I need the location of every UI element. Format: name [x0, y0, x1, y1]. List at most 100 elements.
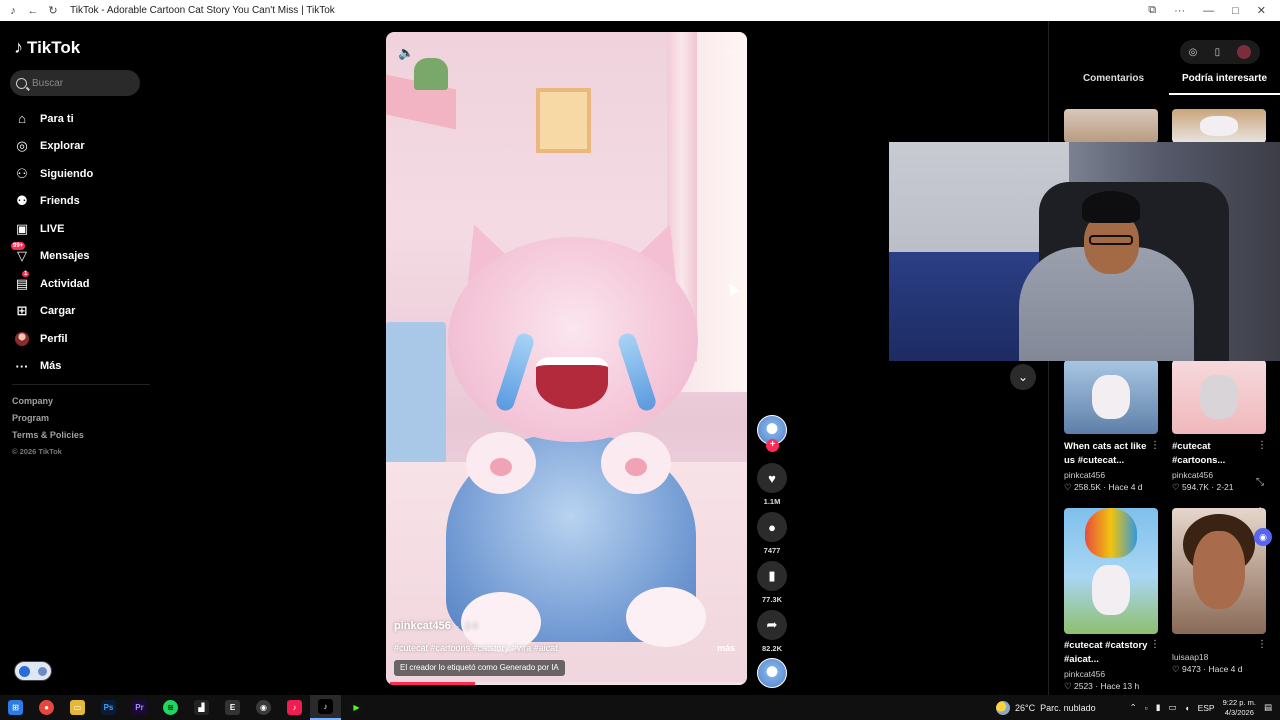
- search-icon: [16, 77, 27, 89]
- tray-apps-icon[interactable]: ▫: [1145, 703, 1148, 713]
- video-caption[interactable]: #cutecat #cartoons #catstory #vira #aica…: [394, 643, 558, 653]
- taskbar-spotify[interactable]: ≋: [155, 695, 186, 720]
- user-avatar[interactable]: [1237, 45, 1252, 59]
- sidebar-item-friends[interactable]: ⚉ Friends: [14, 188, 93, 216]
- home-icon: ⌂: [18, 111, 26, 127]
- card-title[interactable]: When cats act like us #cutecat...: [1064, 440, 1152, 468]
- recommended-thumb[interactable]: [1172, 109, 1266, 143]
- device-icon[interactable]: ▯: [1215, 47, 1221, 58]
- footer-link-terms[interactable]: Terms & Policies: [12, 430, 84, 447]
- back-icon[interactable]: ←: [26, 4, 40, 18]
- volume-icon[interactable]: 🔈: [398, 45, 414, 61]
- taskbar-kick[interactable]: ▶: [341, 695, 372, 720]
- recommended-thumb[interactable]: [1064, 109, 1158, 143]
- card-user[interactable]: pinkcat456: [1172, 470, 1213, 480]
- card-user[interactable]: pinkcat456: [1064, 669, 1105, 679]
- volume-tray-icon[interactable]: ◖: [1184, 703, 1189, 713]
- recommended-thumb[interactable]: [1064, 508, 1158, 634]
- cat-head: [448, 237, 698, 442]
- recommended-thumb[interactable]: [1172, 360, 1266, 434]
- sidebar-item-live[interactable]: ▣ LIVE: [14, 215, 93, 243]
- caption-more-button[interactable]: más: [717, 643, 735, 653]
- sidebar-item-cargar[interactable]: ⊞ Cargar: [14, 298, 93, 326]
- obs-icon: ◉: [256, 700, 271, 715]
- comment-button[interactable]: ●: [757, 512, 787, 542]
- language-indicator[interactable]: ESP: [1198, 703, 1215, 713]
- taskbar-tiktok-studio[interactable]: ♪: [279, 695, 310, 720]
- taskbar-chrome[interactable]: ●: [31, 695, 62, 720]
- bookmark-icon: ▮: [768, 568, 776, 583]
- translate-icon[interactable]: ⧉: [1148, 4, 1156, 17]
- tab-podria-interesarte[interactable]: Podría interesarte: [1169, 73, 1280, 95]
- sidebar-item-para-ti[interactable]: ⌂ Para ti: [14, 105, 93, 133]
- footer-copyright: © 2026 TikTok: [12, 447, 62, 456]
- card-more-icon[interactable]: ⋮: [1257, 639, 1267, 650]
- share-count: 82.2K: [761, 644, 782, 653]
- weather-widget[interactable]: 26°C Parc. nublado: [996, 695, 1096, 720]
- footer-link-program[interactable]: Program: [12, 413, 84, 430]
- mic-icon[interactable]: ▮: [1156, 702, 1161, 713]
- compass-icon: ◎: [16, 138, 28, 154]
- music-disc-avatar[interactable]: [757, 658, 787, 688]
- share-button[interactable]: ➦: [757, 610, 787, 640]
- search-input[interactable]: Buscar: [10, 70, 140, 96]
- taskbar-tiktok[interactable]: ♪: [310, 695, 341, 720]
- sidebar-item-siguiendo[interactable]: ⚇ Siguiendo: [14, 160, 93, 188]
- tab-comentarios[interactable]: Comentarios: [1058, 73, 1169, 95]
- like-button[interactable]: ♥: [757, 463, 787, 493]
- apps-icon[interactable]: ⁘: [1256, 505, 1264, 516]
- next-video-button[interactable]: ⌄: [1010, 364, 1036, 390]
- save-button[interactable]: ▮: [757, 561, 787, 591]
- network-icon[interactable]: ▭: [1168, 702, 1176, 713]
- card-more-icon[interactable]: ⋮: [1257, 440, 1267, 451]
- video-more-icon[interactable]: ···: [723, 44, 735, 58]
- follow-plus-icon[interactable]: +: [766, 439, 779, 452]
- card-meta: ♡ 594.7K · 2-21: [1172, 482, 1234, 492]
- tiktok-logo[interactable]: ♪ TikTok: [14, 37, 80, 58]
- extension-pill[interactable]: [14, 661, 52, 681]
- kick-icon: ▶: [349, 700, 364, 715]
- recommended-thumb[interactable]: [1172, 508, 1266, 634]
- maximize-icon[interactable]: □: [1232, 5, 1239, 17]
- video-player[interactable]: 🔈 ··· pinkcat456 · 2-9 #cutecat #cartoon…: [386, 32, 747, 685]
- sidebar-item-mas[interactable]: ··· Más: [14, 353, 93, 381]
- discord-icon[interactable]: ◉: [1254, 528, 1272, 546]
- heart-icon: ♥: [768, 470, 776, 486]
- minimize-icon[interactable]: —: [1203, 5, 1214, 17]
- taskbar-audio-app[interactable]: ▟: [186, 695, 217, 720]
- clock[interactable]: 9:22 p. m. 4/3/2026: [1223, 698, 1256, 718]
- sidebar-item-perfil[interactable]: Perfil: [14, 325, 93, 353]
- taskbar-premiere[interactable]: Pr: [124, 695, 155, 720]
- close-icon[interactable]: ✕: [1257, 4, 1266, 17]
- refresh-icon[interactable]: ↻: [46, 4, 60, 18]
- ai-generated-label: El creador lo etiquetó como Generado por…: [394, 660, 565, 676]
- card-more-icon[interactable]: ⋮: [1150, 440, 1160, 451]
- search-placeholder: Buscar: [32, 77, 64, 89]
- card-user[interactable]: luisaap18: [1172, 652, 1208, 662]
- like-count: 1.1M: [763, 497, 781, 506]
- expand-icon[interactable]: ⤡: [1256, 477, 1264, 488]
- card-title[interactable]: #cutecat #cartoons...: [1172, 440, 1260, 468]
- taskbar-obs[interactable]: ◉: [248, 695, 279, 720]
- menu-dots-icon[interactable]: ···: [1174, 5, 1185, 17]
- notification-icon[interactable]: ▤: [1264, 702, 1272, 713]
- card-more-icon[interactable]: ⋮: [1150, 639, 1160, 650]
- tray-chevron-icon[interactable]: ⌃: [1130, 702, 1137, 713]
- start-button[interactable]: ⊞: [0, 695, 31, 720]
- recommended-thumb[interactable]: [1064, 360, 1158, 434]
- sidebar-item-mensajes[interactable]: ▽ 99+ Mensajes: [11, 242, 93, 271]
- sidebar-item-explorar[interactable]: ◎ Explorar: [14, 133, 93, 161]
- footer-link-company[interactable]: Company: [12, 396, 84, 413]
- progress-bar[interactable]: [390, 682, 475, 685]
- card-title[interactable]: #cutecat #catstory #aicat...: [1064, 639, 1152, 667]
- compass-small-icon[interactable]: ◎: [1189, 47, 1198, 58]
- video-author[interactable]: pinkcat456 · 2-9: [394, 620, 478, 632]
- sidebar-item-actividad[interactable]: ▤ 1 Actividad: [14, 270, 93, 298]
- card-user[interactable]: pinkcat456: [1064, 470, 1105, 480]
- taskbar-explorer[interactable]: ▭: [62, 695, 93, 720]
- taskbar-photoshop[interactable]: Ps: [93, 695, 124, 720]
- taskbar-epic[interactable]: E: [217, 695, 248, 720]
- tiktok-favicon-icon: ♪: [10, 4, 16, 17]
- live-icon: ▣: [15, 220, 29, 236]
- cat-foot-right: [626, 587, 706, 647]
